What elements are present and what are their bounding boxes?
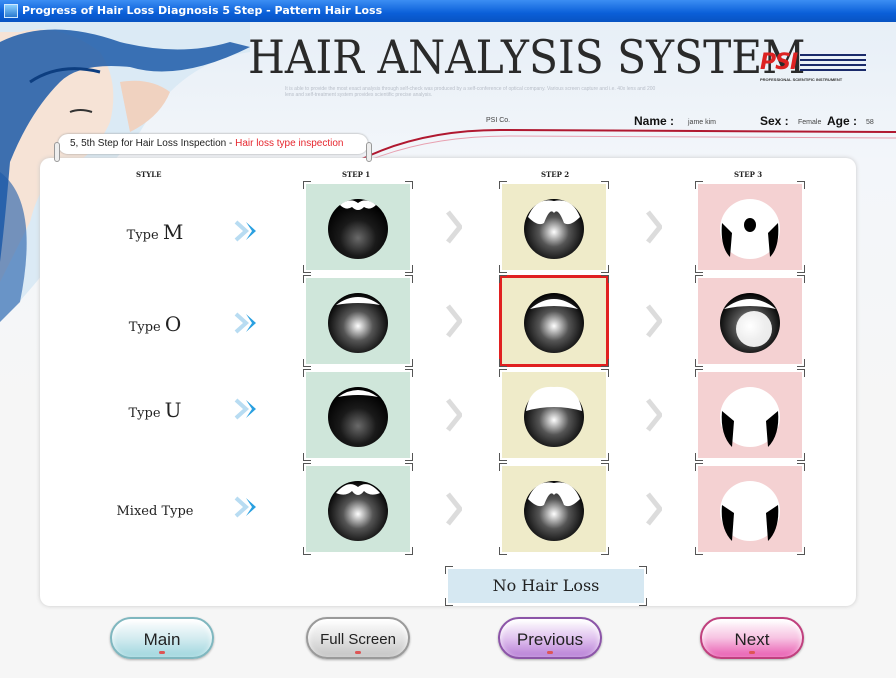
header-swoosh [360, 128, 896, 160]
step-arrow-icon [446, 304, 462, 338]
button-indicator-icon [749, 651, 755, 654]
scalp-icon [524, 199, 584, 259]
chevron-right-icon [234, 220, 256, 242]
step-arrow-icon [446, 492, 462, 526]
button-indicator-icon [547, 651, 553, 654]
tile-type-o-step3[interactable] [695, 275, 805, 367]
logo-tagline: PROFESSIONAL SCIENTIFIC INSTRUMENT [760, 77, 843, 82]
sex-label: Sex : [760, 114, 789, 128]
tile-mixed-step2[interactable] [499, 463, 609, 555]
name-label: Name : [634, 114, 675, 128]
no-hair-loss-option[interactable]: No Hair Loss [445, 566, 647, 606]
scalp-icon [720, 199, 780, 259]
row-label-type-o: Type O [128, 312, 182, 336]
company-name: PSI Co. [486, 117, 511, 124]
row-label-type-m: Type M [126, 220, 184, 244]
chevron-right-icon [234, 312, 256, 334]
tile-mixed-step1[interactable] [303, 463, 413, 555]
row-label-type-u: Type U [128, 398, 182, 422]
window-title: Progress of Hair Loss Diagnosis 5 Step -… [22, 4, 383, 17]
no-hair-loss-label: No Hair Loss [492, 576, 600, 595]
scalp-icon [720, 293, 780, 353]
tab-pin-left [54, 142, 60, 162]
logo-mark: PSI [760, 50, 798, 75]
app-icon [4, 4, 18, 18]
step-arrow-icon [646, 210, 662, 244]
scalp-icon [524, 293, 584, 353]
full-screen-button[interactable]: Full Screen [306, 617, 410, 659]
column-header-step1: STEP 1 [342, 170, 371, 179]
age-label: Age : [827, 114, 857, 128]
previous-button[interactable]: Previous [498, 617, 602, 659]
tile-type-u-step2[interactable] [499, 369, 609, 461]
tile-type-m-step2[interactable] [499, 181, 609, 273]
logo-stripes [800, 54, 866, 72]
name-value: jame kim [688, 119, 717, 126]
scalp-icon [720, 481, 780, 541]
scalp-icon [328, 199, 388, 259]
step-prefix: 5, 5th Step for Hair Loss Inspection - [70, 138, 236, 149]
tile-type-m-step1[interactable] [303, 181, 413, 273]
scalp-icon [524, 386, 584, 447]
tile-type-o-step2[interactable] [499, 275, 609, 367]
window-title-bar[interactable]: Progress of Hair Loss Diagnosis 5 Step -… [0, 0, 896, 22]
column-header-step2: STEP 2 [541, 170, 570, 179]
psi-logo: PSI PROFESSIONAL SCIENTIFIC INSTRUMENT [760, 50, 870, 90]
chevron-right-icon [234, 496, 256, 518]
step-arrow-icon [446, 398, 462, 432]
button-indicator-icon [159, 651, 165, 654]
title-caption: It is able to provide the most exact ana… [285, 86, 656, 98]
app-title: HAIR ANALYSIS SYSTEM [248, 30, 806, 84]
tile-type-o-step1[interactable] [303, 275, 413, 367]
button-indicator-icon [355, 651, 361, 654]
scalp-icon [328, 293, 388, 353]
tile-type-u-step3[interactable] [695, 369, 805, 461]
step-arrow-icon [646, 304, 662, 338]
scalp-icon [524, 481, 584, 541]
next-button[interactable]: Next [700, 617, 804, 659]
column-header-style: STYLE [136, 170, 162, 179]
main-button[interactable]: Main [110, 617, 214, 659]
step-indicator: 5, 5th Step for Hair Loss Inspection - H… [58, 134, 368, 154]
scalp-icon [328, 387, 388, 447]
tile-type-u-step1[interactable] [303, 369, 413, 461]
sex-value: Female [798, 119, 822, 126]
step-arrow-icon [646, 492, 662, 526]
row-label-mixed-type: Mixed Type [116, 504, 194, 519]
column-header-step3: STEP 3 [734, 170, 763, 179]
scalp-icon [720, 387, 780, 447]
tab-pin-right [366, 142, 372, 162]
age-value: 58 [866, 119, 874, 126]
step-highlight: Hair loss type inspection [235, 138, 344, 149]
tile-type-m-step3[interactable] [695, 181, 805, 273]
step-arrow-icon [646, 398, 662, 432]
chevron-right-icon [234, 398, 256, 420]
step-arrow-icon [446, 210, 462, 244]
tile-mixed-step3[interactable] [695, 463, 805, 555]
scalp-icon [328, 481, 388, 541]
